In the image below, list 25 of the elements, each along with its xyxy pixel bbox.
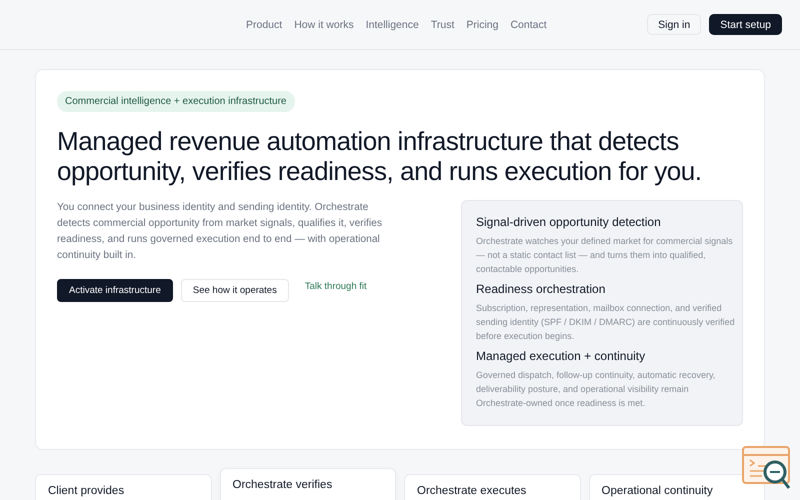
- browser-search-icon[interactable]: [742, 446, 792, 490]
- step-title: Orchestrate verifies: [232, 478, 334, 492]
- nav-link[interactable]: Intelligence: [366, 18, 419, 30]
- secondary-button[interactable]: See how it operates: [180, 279, 289, 302]
- step-title: Orchestrate executes: [417, 484, 528, 498]
- nav-link[interactable]: Pricing: [466, 18, 498, 30]
- start-setup-button[interactable]: Start setup: [709, 14, 782, 35]
- intro-text: You connect your business identity and sending identity. Orchestrate detects commercial opportunity from market signals, qualifies it, verifies readiness, and runs governed execution end to end — with operational continuity built in.: [57, 201, 384, 263]
- nav-link[interactable]: Product: [246, 18, 282, 30]
- step-title: Operational continuity: [602, 484, 714, 498]
- feature-title: Signal-driven opportunity detection: [476, 215, 662, 229]
- sign-in-button[interactable]: Sign in: [647, 14, 702, 35]
- nav-link[interactable]: How it works: [294, 18, 354, 30]
- category-badge: Commercial intelligence + execution infrastructure: [57, 91, 294, 112]
- nav-link[interactable]: Trust: [430, 18, 454, 30]
- feature-text: Orchestrate watches your defined market for commercial signals — not a static contact list — and turns them into qualified, contactable opportunities.: [476, 235, 734, 276]
- activate-button[interactable]: Activate infrastructure: [57, 279, 173, 302]
- hero-title: Managed revenue automation infrastructure that detects opportunity, verifies readiness, and runs execution for you.: [57, 126, 703, 186]
- feature-title: Managed execution + continuity: [476, 349, 646, 363]
- feature-text: Subscription, representation, mailbox connection, and verified sending identity (SPF / DKIM / DMARC) are continuously verified before execution begins.: [476, 302, 735, 343]
- step-title: Client provides: [48, 484, 126, 498]
- text-link[interactable]: Talk through fit: [296, 279, 375, 294]
- nav-link[interactable]: Contact: [510, 18, 547, 30]
- feature-title: Readiness orchestration: [476, 282, 606, 296]
- feature-text: Governed dispatch, follow-up continuity, automatic recovery, deliverability posture, and operational visibility remain Orchestrate-owned once readiness is met.: [476, 369, 716, 410]
